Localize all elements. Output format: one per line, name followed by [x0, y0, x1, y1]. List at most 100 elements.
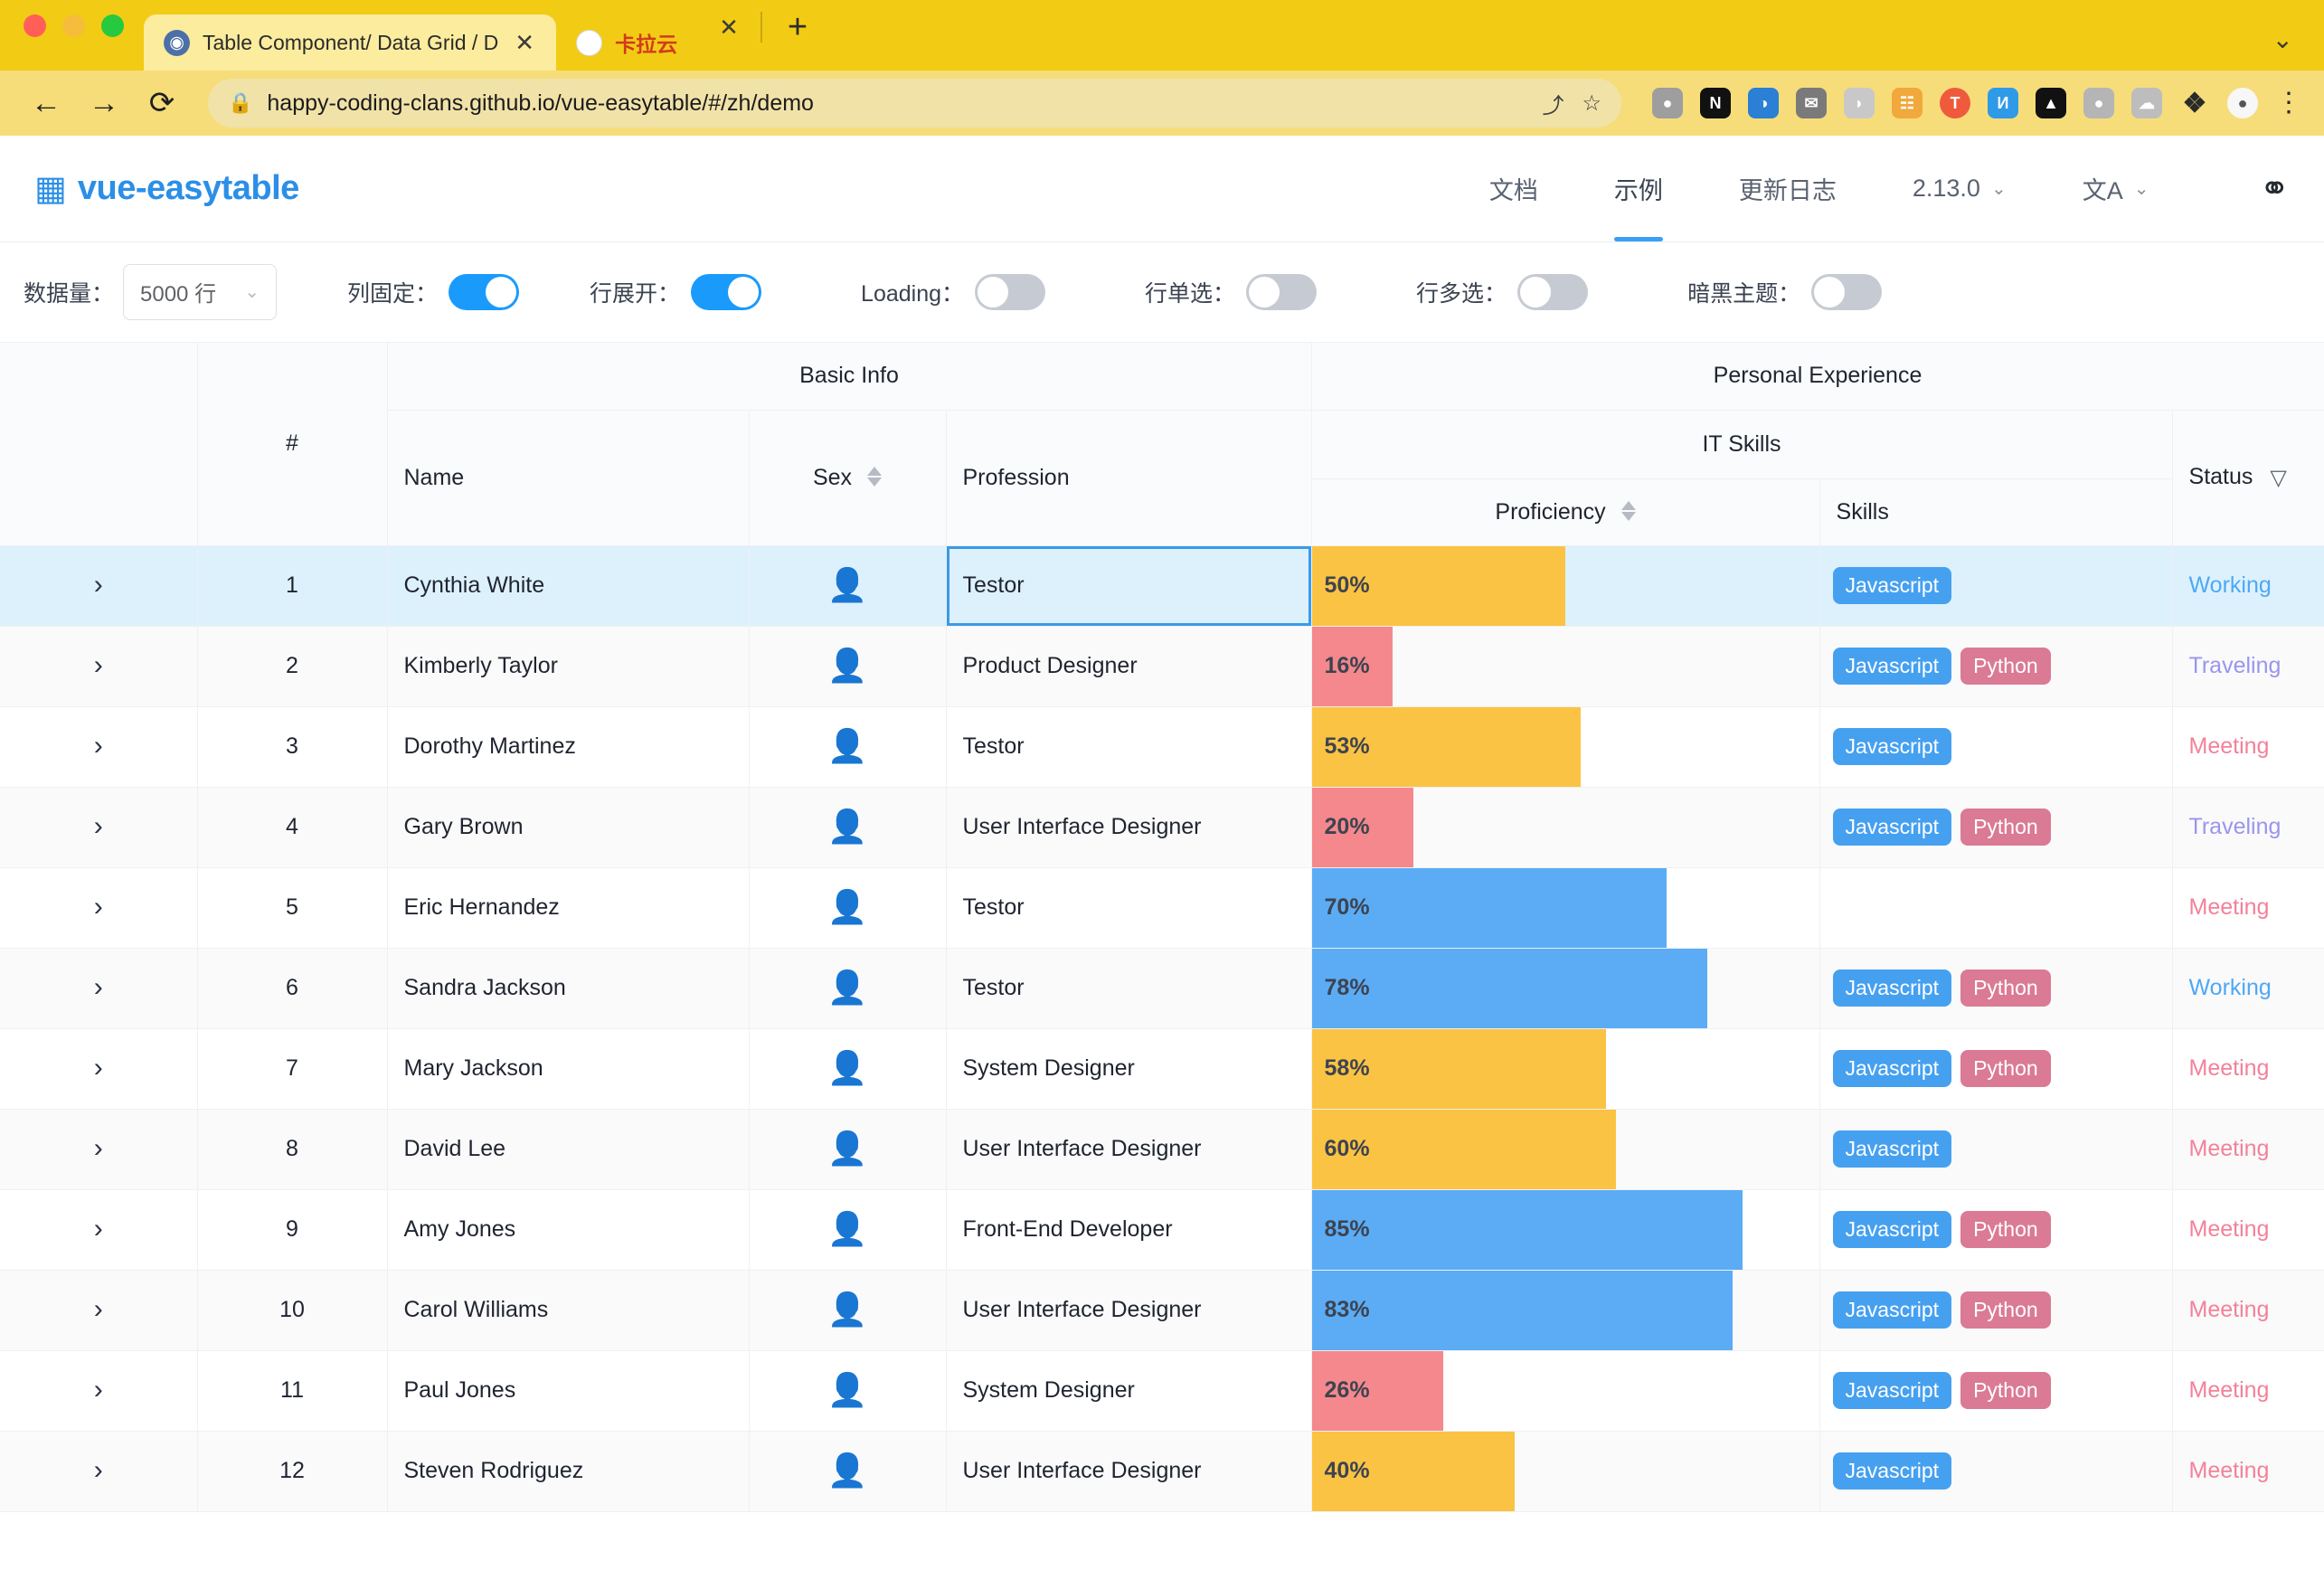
- bookmark-star-icon[interactable]: ☆: [1582, 90, 1601, 117]
- translate-extension-icon[interactable]: T: [1940, 88, 1970, 118]
- chevron-right-icon[interactable]: ›: [94, 650, 103, 680]
- onepassword-extension-icon[interactable]: ◑: [1748, 88, 1779, 118]
- chevron-right-icon[interactable]: ›: [94, 570, 103, 600]
- row-profession-cell[interactable]: Testor: [946, 948, 1311, 1028]
- row-profession-cell[interactable]: Testor: [946, 706, 1311, 787]
- github-icon[interactable]: ⚭: [2259, 171, 2290, 207]
- reload-button[interactable]: ⟳: [137, 88, 186, 118]
- browser-tab-2[interactable]: ⚭ 卡拉云: [556, 14, 695, 71]
- row-profession-cell[interactable]: User Interface Designer: [946, 1270, 1311, 1350]
- chevron-down-icon[interactable]: ⌄: [2272, 24, 2293, 54]
- row-expand-cell[interactable]: ›: [0, 787, 197, 867]
- browser-tab-1[interactable]: ◉ Table Component/ Data Grid / D ✕: [144, 14, 556, 71]
- table-row[interactable]: ›9Amy Jones👤Front-End Developer85%Javasc…: [0, 1189, 2324, 1270]
- row-expand-cell[interactable]: ›: [0, 1028, 197, 1109]
- share-icon[interactable]: ⤴: [1542, 88, 1564, 119]
- chevron-right-icon[interactable]: ›: [94, 892, 103, 922]
- nav-item-demo[interactable]: 示例: [1576, 136, 1701, 241]
- chevron-right-icon[interactable]: ›: [94, 972, 103, 1002]
- row-profession-cell[interactable]: Product Designer: [946, 626, 1311, 706]
- mail-extension-icon[interactable]: ✉: [1796, 88, 1827, 118]
- row-expand-cell[interactable]: ›: [0, 1350, 197, 1431]
- row-expand-cell[interactable]: ›: [0, 1431, 197, 1511]
- notion-extension-icon[interactable]: N: [1700, 88, 1731, 118]
- note-extension-icon[interactable]: И: [1988, 88, 2018, 118]
- row-profession-cell[interactable]: Front-End Developer: [946, 1189, 1311, 1270]
- row-expand-cell[interactable]: ›: [0, 867, 197, 948]
- header-name[interactable]: Name: [387, 410, 749, 545]
- brand-logo[interactable]: ▦ vue-easytable: [34, 169, 299, 208]
- table-row[interactable]: ›8David Lee👤User Interface Designer60%Ja…: [0, 1109, 2324, 1189]
- row-profession-cell[interactable]: Testor: [946, 545, 1311, 626]
- sort-arrows-icon[interactable]: [867, 467, 882, 487]
- table-row[interactable]: ›10Carol Williams👤User Interface Designe…: [0, 1270, 2324, 1350]
- table-row[interactable]: ›1Cynthia White👤Testor50%JavascriptWorki…: [0, 545, 2324, 626]
- table-row[interactable]: ›5Eric Hernandez👤Testor70%Meeting: [0, 867, 2324, 948]
- row-name-cell[interactable]: Cynthia White: [387, 545, 749, 626]
- row-name-cell[interactable]: Carol Williams: [387, 1270, 749, 1350]
- cloud-extension-icon[interactable]: ☁: [2131, 88, 2162, 118]
- row-name-cell[interactable]: Dorothy Martinez: [387, 706, 749, 787]
- chevron-right-icon[interactable]: ›: [94, 1053, 103, 1083]
- new-tab-button[interactable]: +: [768, 10, 827, 44]
- row-expand-toggle[interactable]: [691, 274, 761, 310]
- drop-extension-icon[interactable]: ◗: [1844, 88, 1875, 118]
- loading-toggle[interactable]: [975, 274, 1045, 310]
- row-name-cell[interactable]: Eric Hernandez: [387, 867, 749, 948]
- maximize-window-button[interactable]: [101, 14, 124, 37]
- puzzle-extension-icon[interactable]: ❖: [2179, 88, 2210, 118]
- grid-extension-icon[interactable]: ☷: [1892, 88, 1922, 118]
- table-row[interactable]: ›3Dorothy Martinez👤Testor53%JavascriptMe…: [0, 706, 2324, 787]
- chevron-right-icon[interactable]: ›: [94, 731, 103, 761]
- table-row[interactable]: ›2Kimberly Taylor👤Product Designer16%Jav…: [0, 626, 2324, 706]
- table-row[interactable]: ›11Paul Jones👤System Designer26%Javascri…: [0, 1350, 2324, 1431]
- row-name-cell[interactable]: David Lee: [387, 1109, 749, 1189]
- row-name-cell[interactable]: Kimberly Taylor: [387, 626, 749, 706]
- close-icon[interactable]: ✕: [511, 31, 538, 54]
- close-icon[interactable]: ✕: [703, 14, 755, 42]
- row-profession-cell[interactable]: Testor: [946, 867, 1311, 948]
- row-expand-cell[interactable]: ›: [0, 1270, 197, 1350]
- back-button[interactable]: ←: [22, 88, 71, 118]
- dark-theme-toggle[interactable]: [1811, 274, 1882, 310]
- row-expand-cell[interactable]: ›: [0, 948, 197, 1028]
- row-expand-cell[interactable]: ›: [0, 1109, 197, 1189]
- chevron-right-icon[interactable]: ›: [94, 1133, 103, 1163]
- row-name-cell[interactable]: Gary Brown: [387, 787, 749, 867]
- nav-item-version[interactable]: 2.13.0 ⌄: [1875, 136, 2045, 241]
- pocket-extension-icon[interactable]: ●: [1652, 88, 1683, 118]
- rabbit-extension-icon[interactable]: ●: [2227, 88, 2258, 118]
- header-sex[interactable]: Sex: [749, 410, 946, 545]
- chevron-right-icon[interactable]: ›: [94, 1294, 103, 1324]
- chevron-right-icon[interactable]: ›: [94, 1455, 103, 1485]
- row-radio-toggle[interactable]: [1246, 274, 1317, 310]
- header-proficiency[interactable]: Proficiency: [1311, 478, 1819, 545]
- chevron-right-icon[interactable]: ›: [94, 1214, 103, 1244]
- sort-arrows-icon[interactable]: [1621, 501, 1636, 521]
- row-profession-cell[interactable]: User Interface Designer: [946, 787, 1311, 867]
- row-expand-cell[interactable]: ›: [0, 626, 197, 706]
- adblock-extension-icon[interactable]: ▲: [2036, 88, 2066, 118]
- address-bar[interactable]: 🔒 happy-coding-clans.github.io/vue-easyt…: [208, 79, 1621, 128]
- row-profession-cell[interactable]: User Interface Designer: [946, 1431, 1311, 1511]
- header-status[interactable]: Status ▽: [2172, 410, 2324, 545]
- close-window-button[interactable]: [24, 14, 46, 37]
- row-profession-cell[interactable]: System Designer: [946, 1350, 1311, 1431]
- data-size-select[interactable]: 5000 行 ⌄: [123, 264, 277, 320]
- row-checkbox-toggle[interactable]: [1517, 274, 1588, 310]
- row-expand-cell[interactable]: ›: [0, 545, 197, 626]
- row-name-cell[interactable]: Amy Jones: [387, 1189, 749, 1270]
- row-name-cell[interactable]: Sandra Jackson: [387, 948, 749, 1028]
- nav-item-language[interactable]: 文A ⌄: [2045, 136, 2187, 241]
- row-expand-cell[interactable]: ›: [0, 706, 197, 787]
- row-profession-cell[interactable]: User Interface Designer: [946, 1109, 1311, 1189]
- column-fixed-toggle[interactable]: [449, 274, 519, 310]
- row-profession-cell[interactable]: System Designer: [946, 1028, 1311, 1109]
- row-name-cell[interactable]: Paul Jones: [387, 1350, 749, 1431]
- forward-button[interactable]: →: [80, 88, 128, 118]
- chevron-right-icon[interactable]: ›: [94, 811, 103, 841]
- table-row[interactable]: ›6Sandra Jackson👤Testor78%JavascriptPyth…: [0, 948, 2324, 1028]
- header-profession[interactable]: Profession: [946, 410, 1311, 545]
- row-expand-cell[interactable]: ›: [0, 1189, 197, 1270]
- chevron-right-icon[interactable]: ›: [94, 1375, 103, 1404]
